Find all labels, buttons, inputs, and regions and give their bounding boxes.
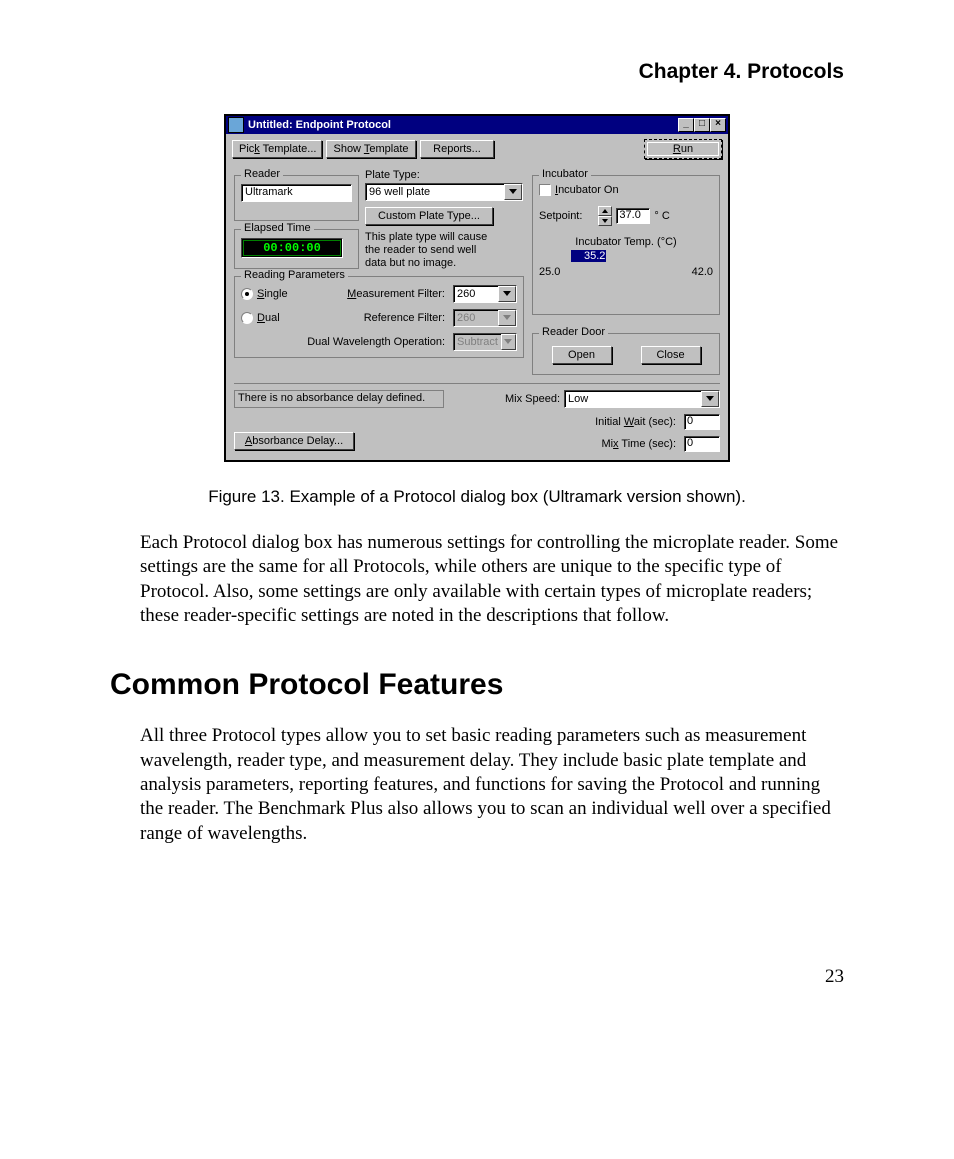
absorbance-delay-status: There is no absorbance delay defined. <box>234 390 444 408</box>
mix-speed-label: Mix Speed: <box>490 393 560 405</box>
dual-radio[interactable] <box>241 312 253 324</box>
close-icon[interactable]: × <box>710 118 726 132</box>
reference-filter-select: 260 <box>453 309 517 327</box>
protocol-dialog: Untitled: Endpoint Protocol _ □ × Pick T… <box>224 114 730 462</box>
minimize-icon[interactable]: _ <box>678 118 694 132</box>
show-template-button[interactable]: Show Template <box>326 140 416 158</box>
temp-min: 25.0 <box>539 266 560 278</box>
incubator-on-checkbox[interactable] <box>539 184 551 196</box>
reading-parameters-group: Reading Parameters Single Measurement Fi… <box>234 276 524 358</box>
single-label: Single <box>257 288 288 300</box>
reader-field[interactable]: Ultramark <box>241 184 352 202</box>
mix-time-input[interactable]: 0 <box>684 436 720 452</box>
plate-type-label: Plate Type: <box>365 169 523 181</box>
custom-plate-type-button[interactable]: Custom Plate Type... <box>365 207 493 225</box>
elapsed-time-legend: Elapsed Time <box>241 222 314 234</box>
single-radio[interactable] <box>241 288 253 300</box>
reading-parameters-legend: Reading Parameters <box>241 269 348 281</box>
chevron-down-icon[interactable] <box>701 391 719 407</box>
dual-wavelength-label: Dual Wavelength Operation: <box>241 336 449 348</box>
incubator-legend: Incubator <box>539 168 591 180</box>
measurement-filter-label: Measurement Filter: <box>315 288 449 300</box>
app-icon <box>228 117 244 133</box>
initial-wait-input[interactable]: 0 <box>684 414 720 430</box>
figure-caption: Figure 13. Example of a Protocol dialog … <box>110 487 844 507</box>
elapsed-time-group: Elapsed Time 00:00:00 <box>234 229 359 269</box>
setpoint-label: Setpoint: <box>539 210 582 222</box>
toolbar: Pick Template... Show Template Reports..… <box>226 134 728 163</box>
plate-type-note: This plate type will cause the reader to… <box>365 231 495 270</box>
incubator-temp-label: Incubator Temp. (°C) <box>539 236 713 248</box>
paragraph-1: Each Protocol dialog box has numerous se… <box>140 531 844 628</box>
reader-legend: Reader <box>241 168 283 180</box>
chevron-down-icon[interactable] <box>504 184 522 200</box>
maximize-icon[interactable]: □ <box>694 118 710 132</box>
pick-template-button[interactable]: Pick Template... <box>232 140 322 158</box>
page-number: 23 <box>110 966 844 988</box>
dual-label: Dual <box>257 312 280 324</box>
setpoint-unit: ° C <box>654 210 669 222</box>
titlebar: Untitled: Endpoint Protocol _ □ × <box>226 116 728 134</box>
incubator-temp-gauge: 35.2 <box>539 250 699 264</box>
initial-wait-label: Initial Wait (sec): <box>595 416 680 428</box>
chapter-header: Chapter 4. Protocols <box>110 60 844 84</box>
reader-door-group: Reader Door Open Close <box>532 333 720 375</box>
reports-button[interactable]: Reports... <box>420 140 494 158</box>
dual-wavelength-select: Subtract <box>453 333 517 351</box>
incubator-on-label: Incubator On <box>555 184 619 196</box>
temp-max: 42.0 <box>692 266 713 278</box>
door-open-button[interactable]: Open <box>552 346 612 364</box>
setpoint-spinner[interactable] <box>598 206 612 226</box>
incubator-group: Incubator Incubator On Setpoint: <box>532 175 720 315</box>
mix-time-label: Mix Time (sec): <box>601 438 680 450</box>
section-heading: Common Protocol Features <box>110 668 844 702</box>
chevron-down-icon[interactable] <box>498 286 516 302</box>
reader-group: Reader Ultramark <box>234 175 359 221</box>
measurement-filter-select[interactable]: 260 <box>453 285 517 303</box>
window-title: Untitled: Endpoint Protocol <box>248 119 678 131</box>
run-button[interactable]: Run <box>644 139 722 159</box>
chevron-down-icon <box>501 334 516 350</box>
elapsed-time-readout: 00:00:00 <box>241 238 343 258</box>
chevron-down-icon <box>498 310 516 326</box>
absorbance-delay-button[interactable]: Absorbance Delay... <box>234 432 354 450</box>
plate-type-select[interactable]: 96 well plate <box>365 183 523 201</box>
mix-speed-select[interactable]: Low <box>564 390 720 408</box>
setpoint-input[interactable]: 37.0 <box>616 208 650 224</box>
reader-door-legend: Reader Door <box>539 326 608 338</box>
paragraph-2: All three Protocol types allow you to se… <box>140 724 844 846</box>
door-close-button[interactable]: Close <box>641 346 701 364</box>
reference-filter-label: Reference Filter: <box>315 312 449 324</box>
